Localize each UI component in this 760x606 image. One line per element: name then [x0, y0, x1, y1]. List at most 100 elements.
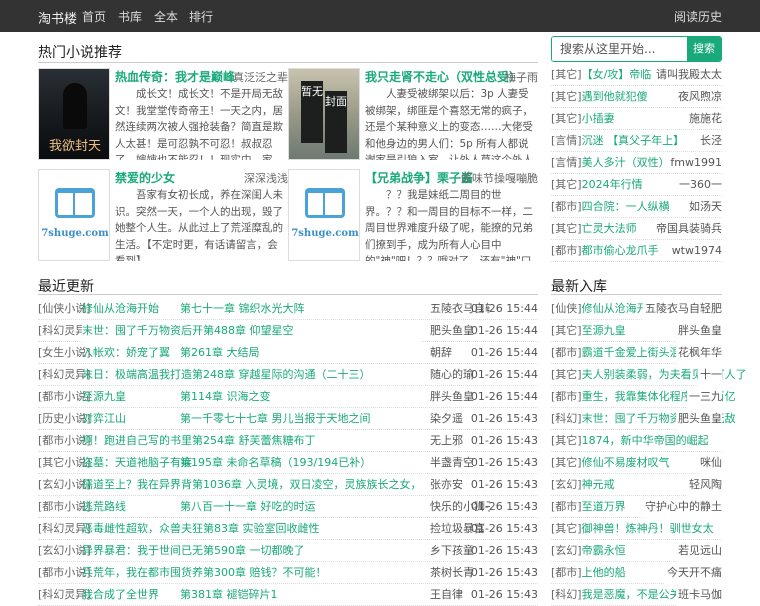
author-label: 轻风陶 [687, 474, 722, 496]
book-title-link[interactable]: 禁爱的少女 [115, 169, 175, 186]
search-button[interactable]: 搜索 [687, 37, 721, 61]
list-item[interactable]: [其它]2024年行情 一360一 [551, 174, 722, 196]
book-link[interactable]: 帝霸永恒 [582, 544, 626, 557]
nav-ranking[interactable]: 排行 [189, 8, 213, 25]
book-link[interactable]: 至源九皇 [82, 386, 126, 408]
list-item[interactable]: [都市]霸道千金爱上街头混混 花枫年华 [551, 342, 722, 364]
list-item[interactable]: [其它]御神兽！炼神丹！驯世女太 [551, 518, 722, 540]
category-label: [仙侠] [551, 302, 582, 315]
list-item[interactable]: [玄幻]帝霸永恒 若见远山 [551, 540, 722, 562]
book-link[interactable]: 御神兽！炼神丹！驯世女太 [582, 522, 714, 535]
chapter-link[interactable]: 第261章 大结局 [180, 342, 420, 364]
book-link[interactable]: 小插妻 [582, 112, 615, 125]
cover-caption: 我欲封天 [48, 139, 101, 154]
book-link[interactable]: 上他的船 [582, 566, 626, 579]
book-link[interactable]: 末日：极端高温我打造第248章 穿越星际的沟通（二十三） [82, 364, 420, 386]
author-label: 如汤天 [689, 200, 722, 213]
search-input[interactable] [552, 37, 688, 61]
author-label: 咪仙 [698, 452, 722, 474]
category-label: [其它] [551, 368, 582, 381]
list-item[interactable]: [言情]沉迷 【真父子年上】 长泾 [551, 130, 722, 152]
author-label: 胖头鱼皇 [676, 320, 722, 342]
chapter-link[interactable]: 第八百一十一章 好吃的时运 [180, 496, 420, 518]
list-item[interactable]: [仙侠]修仙从沧海开始 五陵衣马自轻肥 [551, 298, 722, 320]
chapter-link[interactable]: 第七十一章 锦织水光大阵 [180, 298, 420, 320]
book-link[interactable]: 啊！跑进自己写的书里第254章 舒芙蕾焦糖布丁 [82, 430, 420, 452]
book-link[interactable]: 至道万界 [582, 500, 626, 513]
book-link[interactable]: 入帐欢：娇宠了翼 [82, 342, 170, 364]
book-link[interactable]: 1874，新中华帝国的崛起 [582, 434, 709, 447]
book-title-link[interactable]: 【兄弟战争】栗子酱 [365, 169, 473, 186]
book-description: ？？我是妹纸二周目的世界。？？和一周目的目标不一样，二周目世界难度升级了呢，能撩… [365, 189, 533, 261]
chapter-link[interactable]: 第381章 褪铠碎片1 [180, 584, 420, 606]
category-label: [科幻] [551, 588, 582, 601]
category-label: [科幻] [551, 412, 582, 425]
site-logo[interactable]: 淘书楼 [38, 8, 77, 27]
book-link[interactable]: 遇到他就犯傻 [582, 90, 648, 103]
book-link[interactable]: 2024年行情 [582, 178, 643, 191]
table-row: [女生小说] 入帐欢：娇宠了翼 第261章 大结局 朝辞 01-26 15:44 [38, 342, 538, 364]
list-item[interactable]: [其它]修仙不易废材叹气 咪仙 [551, 452, 722, 474]
book-link[interactable]: 对弈江山 [82, 408, 126, 430]
chapter-link[interactable]: 第一千零七十七章 男儿当报于天地之间 [180, 408, 420, 430]
book-title-link[interactable]: 热血传奇：我才是巅峰 [115, 68, 235, 85]
book-link[interactable]: 美人多汁（双性） [582, 156, 670, 169]
book-link[interactable]: 沉迷 【真父子年上】 [582, 134, 685, 147]
book-title-link[interactable]: 我只走肾不走心（双性总受） [365, 68, 521, 85]
book-cover[interactable]: 暂无 封面 [288, 68, 360, 160]
nav-complete[interactable]: 全本 [154, 8, 178, 25]
book-link[interactable]: 至源九皇 [582, 324, 626, 337]
update-time: 01-26 15:43 [470, 456, 538, 469]
book-link[interactable]: 异界暴君：我于世间已无第590章 一切都晚了 [82, 540, 420, 562]
list-item[interactable]: [言情]美人多汁（双性） fmw1991 [551, 152, 722, 174]
book-link[interactable]: 逃荒路线 [82, 496, 126, 518]
book-description: 吾家有女初长成，养在深闺人未识。突然一天，一个人的出现，毁了她整个人生。从此过上… [115, 189, 283, 261]
update-time: 01-26 15:44 [470, 390, 538, 403]
book-link[interactable]: 儒道至上？我在异界背第1036章 入灵境，双日凌空，灵族族长之女，灵柔 [82, 474, 420, 496]
book-cover[interactable]: 我欲封天 [38, 68, 110, 160]
hot-book-card: 7shuge.com 禁爱的少女 深深浅浅 吾家有女初长成，养在深闺人未识。突然… [38, 169, 288, 261]
update-time: 01-26 15:43 [470, 434, 538, 447]
cover-site-text: 7shuge.com [41, 228, 109, 239]
book-link[interactable]: 末世：囤了千万物资后开第488章 仰望星空 [82, 320, 420, 342]
nav-home[interactable]: 首页 [82, 8, 106, 25]
list-item[interactable]: [其它]1874，新中华帝国的崛起 [551, 430, 722, 452]
list-item[interactable]: [都市]都市偷心龙爪手 wtw1974 [551, 240, 722, 262]
chapter-link[interactable]: 第114章 识海之变 [180, 386, 420, 408]
book-link[interactable]: 兵荒年，我在都市囤货养第300章 赔钱？不可能！ [82, 562, 420, 584]
book-link[interactable]: 修仙不易废材叹气 [582, 456, 670, 469]
book-link[interactable]: 【女/攻】帝临 [582, 68, 652, 81]
book-link[interactable]: 恶毒雌性超软，众兽夫狂第83章 实验室回收雌性 [82, 518, 420, 540]
list-item[interactable]: [科幻]末世：囤了千万物资后开始无敌 肥头鱼皇 [551, 408, 736, 430]
hot-book-card: 7shuge.com 【兄弟战争】栗子酱 原味节操嘎嘣脆 ？？我是妹纸二周目的世… [288, 169, 538, 261]
book-link[interactable]: 神元戒 [582, 478, 615, 491]
list-item[interactable]: [其它]夫人别装柔弱，为夫看见你打人了 十一 [551, 364, 747, 386]
book-link[interactable]: 都市偷心龙爪手 [582, 244, 659, 257]
book-link[interactable]: 修仙从沧海开始 [82, 298, 159, 320]
reading-history-link[interactable]: 阅读历史 [674, 8, 722, 25]
chapter-link[interactable]: 第195章 未命名草稿（193/194已补） [180, 452, 420, 474]
book-link[interactable]: 四合院：一人纵横 [582, 200, 670, 213]
list-item[interactable]: [都市]四合院：一人纵横 如汤天 [551, 196, 722, 218]
book-cover[interactable]: 7shuge.com [288, 169, 360, 261]
list-item[interactable]: [其它]遇到他就犯傻 夜风煦凉 [551, 86, 722, 108]
nav-library[interactable]: 书库 [118, 8, 142, 25]
book-cover[interactable]: 7shuge.com [38, 169, 110, 261]
book-link[interactable]: 亡灵大法师 [582, 222, 637, 235]
list-item[interactable]: [其它]至源九皇 胖头鱼皇 [551, 320, 722, 342]
list-item[interactable]: [都市]至道万界 守护心中的静土 [551, 496, 722, 518]
book-link[interactable]: 我是恶魔，不是公关 [582, 588, 681, 601]
list-item[interactable]: [科幻]我是恶魔，不是公关 班卡马伽 [551, 584, 722, 606]
book-link[interactable]: 盗墓：天道祂脑子有疾 [82, 452, 192, 474]
list-item[interactable]: [其它]【女/攻】帝临 请叫我殿太太 [551, 64, 722, 86]
list-item[interactable]: [其它]小插妻 施施花 [551, 108, 722, 130]
list-item[interactable]: [其它]亡灵大法师 帝国具装骑兵 [551, 218, 722, 240]
book-link[interactable]: 我合成了全世界 [82, 584, 159, 606]
list-item[interactable]: [都市]重生，我靠集体化程序赚了百亿 一三九 [551, 386, 736, 408]
table-row: [都市小说] 至源九皇 第114章 识海之变 胖头鱼皇 01-26 15:44 [38, 386, 538, 408]
list-item[interactable]: [都市]上他的船 今天开不痛 [551, 562, 722, 584]
new-books-title-divider [551, 294, 722, 295]
cover-figure [63, 83, 87, 129]
list-item[interactable]: [玄幻]神元戒 轻风陶 [551, 474, 722, 496]
update-time: 01-26 15:43 [470, 588, 538, 601]
